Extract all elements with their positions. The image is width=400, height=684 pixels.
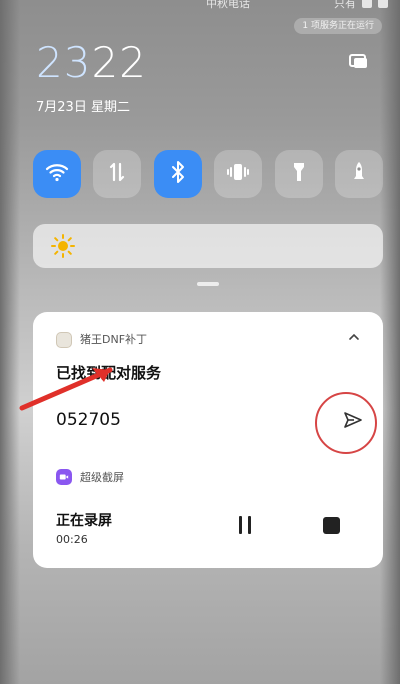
tile-wifi[interactable]: [33, 150, 81, 198]
notification-card: 猪王DNF补丁 已找到配对服务 052705 超级截屏 正在录屏 00:26: [33, 312, 383, 568]
chevron-up-icon[interactable]: [347, 329, 361, 343]
airplane-icon: [347, 160, 371, 188]
panel-drag-handle[interactable]: [197, 282, 219, 286]
clock: 2322: [36, 38, 147, 87]
stop-icon[interactable]: [323, 517, 340, 534]
notification-app-name: 猪王DNF补丁: [80, 333, 148, 346]
tile-mobile-data[interactable]: [93, 150, 142, 198]
send-icon[interactable]: [342, 409, 364, 431]
vibrate-icon: [226, 160, 250, 188]
flashlight-icon: [287, 160, 311, 188]
quick-settings: [33, 150, 383, 200]
screen-record-app-icon: [56, 469, 72, 485]
data-arrows-icon: [105, 160, 129, 188]
signal-icon: [362, 0, 372, 8]
status-carrier: 中秋电话: [206, 0, 250, 10]
tile-bluetooth[interactable]: [153, 150, 202, 198]
tile-flashlight[interactable]: [274, 150, 323, 198]
tile-airplane[interactable]: [334, 150, 383, 198]
record-app-name: 超级截屏: [80, 471, 124, 484]
tile-vibrate[interactable]: [214, 150, 263, 198]
recording-title: 正在录屏: [56, 513, 112, 529]
clock-minutes: 22: [91, 38, 147, 87]
bluetooth-icon: [166, 160, 190, 188]
wifi-icon: [45, 160, 69, 188]
recording-time: 00:26: [56, 533, 88, 546]
annotation-arrow: [19, 367, 113, 411]
edit-tiles-icon[interactable]: [349, 52, 369, 70]
pause-icon[interactable]: [239, 516, 253, 534]
date-label: 7月23日 星期二: [36, 100, 130, 115]
status-right-text: 只有: [334, 0, 356, 10]
right-shade: [380, 0, 400, 684]
status-right: 只有: [334, 0, 388, 11]
clock-hours: 23: [36, 38, 92, 87]
running-services-chip[interactable]: 1 项服务正在运行: [294, 18, 382, 34]
battery-icon: [378, 0, 388, 8]
app-icon: [56, 332, 72, 348]
sun-icon: [51, 234, 75, 258]
brightness-slider[interactable]: [33, 224, 383, 268]
left-shade: [0, 0, 20, 684]
